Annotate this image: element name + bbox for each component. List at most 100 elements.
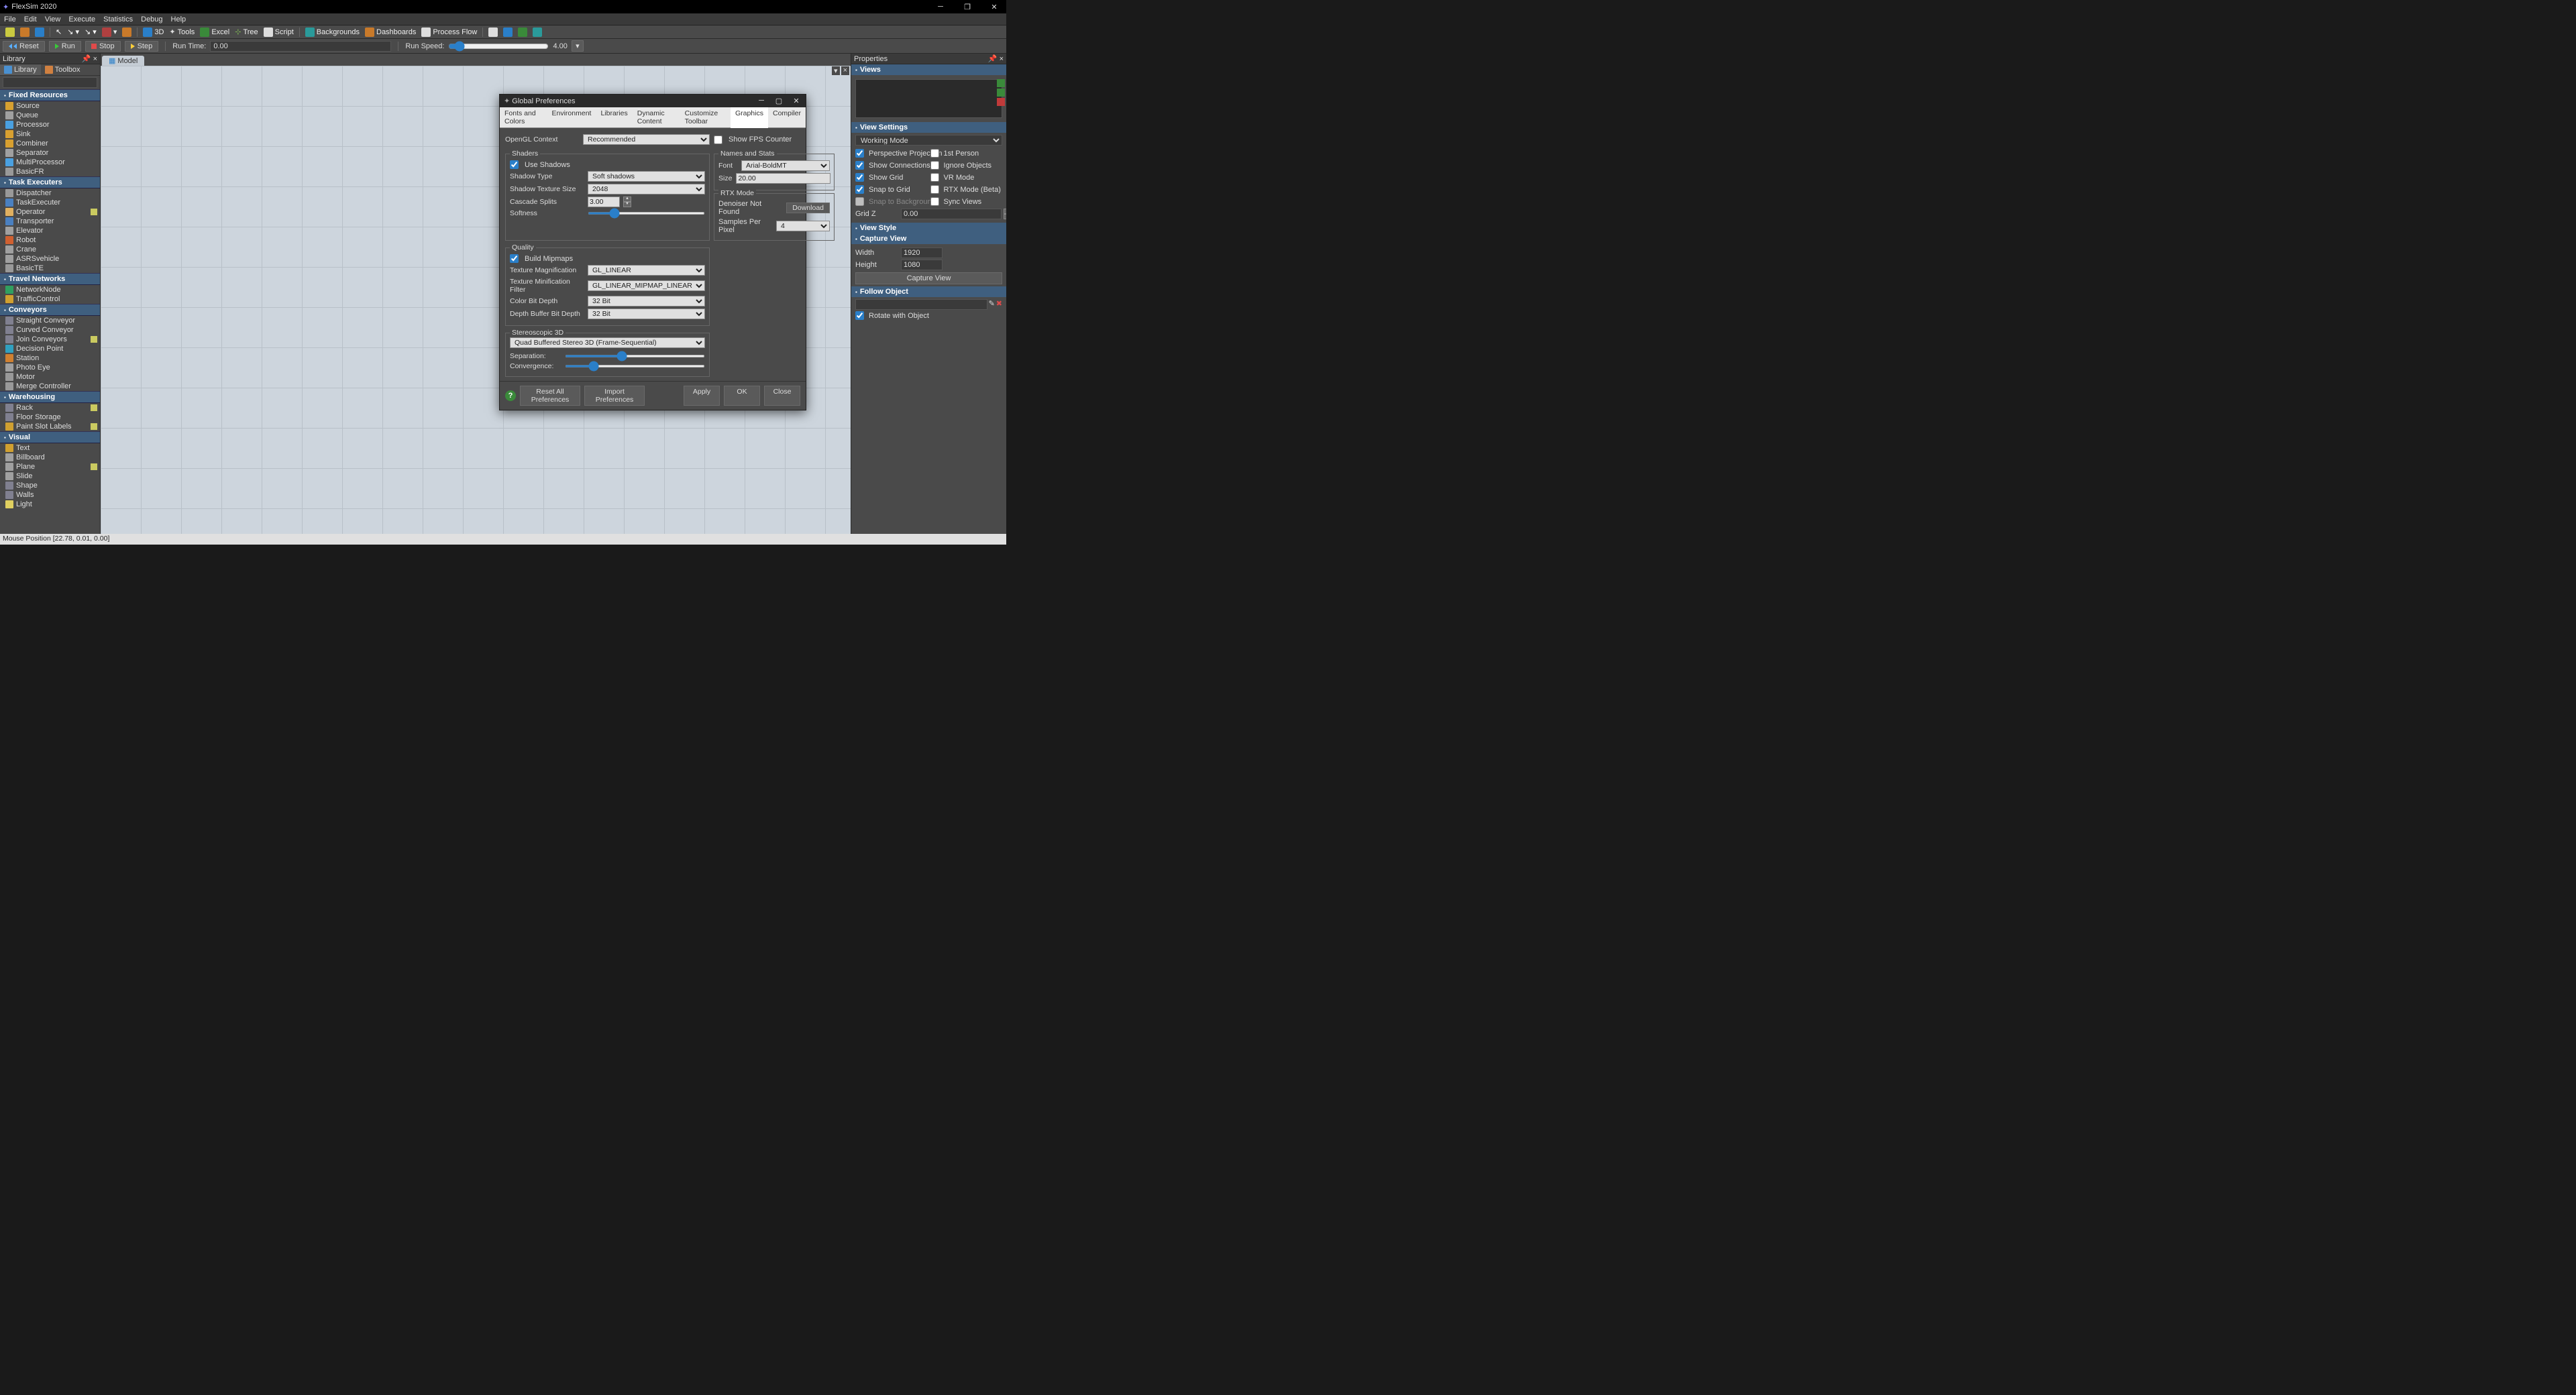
texmin-select[interactable]: GL_LINEAR_MIPMAP_LINEAR [588,280,705,291]
working-mode-select[interactable]: Working Mode [855,135,1002,146]
dashboards-button[interactable]: Dashboards [362,27,419,38]
stereo-mode-select[interactable]: Quad Buffered Stereo 3D (Frame-Sequentia… [510,337,705,348]
dialog-tab-libraries[interactable]: Libraries [596,107,632,127]
follow-object-field[interactable] [855,299,987,310]
library-item-processor[interactable]: Processor [0,120,100,129]
library-group-visual[interactable]: Visual [0,431,100,443]
font-select[interactable]: Arial-BoldMT [741,160,830,171]
library-item-combiner[interactable]: Combiner [0,139,100,148]
library-item-billboard[interactable]: Billboard [0,453,100,462]
util4-button[interactable] [530,27,545,38]
vs-perspective-projection-checkbox[interactable] [855,149,864,158]
library-item-light[interactable]: Light [0,500,100,509]
toolbox-tab[interactable]: Toolbox [41,64,85,75]
library-item-motor[interactable]: Motor [0,372,100,382]
view-style-header[interactable]: View Style [851,223,1006,233]
menu-statistics[interactable]: Statistics [102,15,134,23]
dialog-tab-environment[interactable]: Environment [547,107,596,127]
mipmaps-checkbox[interactable] [510,254,519,263]
vs-show-connections-checkbox[interactable] [855,161,864,170]
vs-vr-mode-checkbox[interactable] [930,173,939,182]
vs-rtx-mode-beta--checkbox[interactable] [930,185,939,194]
close-button[interactable]: ✕ [985,1,1004,13]
library-group-travel-networks[interactable]: Travel Networks [0,273,100,285]
library-item-plane[interactable]: Plane [0,462,100,471]
dialog-close-button[interactable]: ✕ [791,97,802,105]
capture-width-field[interactable] [901,247,943,258]
shadow-texsize-select[interactable]: 2048 [588,184,705,194]
3d-button[interactable]: 3D [140,27,166,38]
ok-button[interactable]: OK [724,386,760,406]
library-item-multiprocessor[interactable]: MultiProcessor [0,158,100,167]
library-item-sink[interactable]: Sink [0,129,100,139]
dialog-tab-customize-toolbar[interactable]: Customize Toolbar [680,107,731,127]
vs-snap-to-grid-checkbox[interactable] [855,185,864,194]
convergence-slider[interactable] [565,365,705,368]
library-item-curved-conveyor[interactable]: Curved Conveyor [0,325,100,335]
rotate-with-object-checkbox[interactable] [855,311,864,320]
cancel-button[interactable]: Close [764,386,800,406]
vs-show-grid-checkbox[interactable] [855,173,864,182]
backgrounds-button[interactable]: Backgrounds [303,27,362,38]
save-button[interactable] [32,27,47,38]
open-button[interactable] [17,27,32,38]
processflow-button[interactable]: Process Flow [419,27,480,38]
tools-button[interactable]: ✦Tools [166,27,197,37]
views-header[interactable]: Views [851,64,1006,75]
apply-button[interactable]: Apply [684,386,720,406]
vs--st-person-checkbox[interactable] [930,149,939,158]
follow-pick-icon[interactable]: ✎ [989,299,995,310]
util2-button[interactable] [500,27,515,38]
reset-all-button[interactable]: Reset All Preferences [520,386,580,406]
library-item-paint-slot-labels[interactable]: Paint Slot Labels [0,422,100,431]
vs-snap-to-background-checkbox[interactable] [855,197,864,206]
dialog-tab-compiler[interactable]: Compiler [768,107,806,127]
script-button[interactable]: Script [261,27,297,38]
runspeed-slider[interactable] [448,41,549,52]
library-item-rack[interactable]: Rack [0,403,100,412]
follow-object-header[interactable]: Follow Object [851,286,1006,297]
library-group-fixed-resources[interactable]: Fixed Resources [0,89,100,101]
spp-select[interactable]: 4 [776,221,830,231]
library-item-transporter[interactable]: Transporter [0,217,100,226]
view-settings-header[interactable]: View Settings [851,122,1006,133]
step-button[interactable]: Step [125,41,159,52]
library-item-decision-point[interactable]: Decision Point [0,344,100,353]
library-item-basicfr[interactable]: BasicFR [0,167,100,176]
texmag-select[interactable]: GL_LINEAR [588,265,705,276]
gridz-field[interactable] [901,209,1002,219]
library-item-operator[interactable]: Operator [0,207,100,217]
library-group-task-executers[interactable]: Task Executers [0,176,100,188]
library-group-conveyors[interactable]: Conveyors [0,304,100,316]
cascade-spinner[interactable]: ▲▼ [623,197,631,207]
maximize-button[interactable]: ❐ [958,1,977,13]
pointer-button[interactable]: ↖ [53,27,64,37]
capture-view-button[interactable]: Capture View [855,272,1002,284]
library-item-dispatcher[interactable]: Dispatcher [0,188,100,198]
runspeed-config[interactable]: ▾ [572,40,584,52]
import-prefs-button[interactable]: Import Preferences [584,386,645,406]
gridz-spinner[interactable]: ▲▼ [1004,209,1006,219]
opengl-select[interactable]: Recommended [583,134,710,145]
library-item-trafficcontrol[interactable]: TrafficControl [0,294,100,304]
util3-button[interactable] [515,27,530,38]
props-pin-icon[interactable]: 📌 × [988,54,1004,63]
follow-clear-icon[interactable]: ✖ [996,299,1002,310]
tree-button[interactable]: ⊹Tree [232,27,260,37]
model-tab[interactable]: ▦ Model [102,56,144,66]
library-item-taskexecuter[interactable]: TaskExecuter [0,198,100,207]
library-item-separator[interactable]: Separator [0,148,100,158]
view-close-icon[interactable]: × [841,66,849,75]
fontsize-field[interactable] [736,173,830,184]
library-search-input[interactable] [3,77,97,88]
dialog-tab-fonts-and-colors[interactable]: Fonts and Colors [500,107,547,127]
capture-height-field[interactable] [901,260,943,270]
library-item-crane[interactable]: Crane [0,245,100,254]
add-view-button[interactable] [997,79,1005,87]
vs-sync-views-checkbox[interactable] [930,197,939,206]
dialog-tab-graphics[interactable]: Graphics [731,107,768,128]
library-item-photo-eye[interactable]: Photo Eye [0,363,100,372]
library-item-networknode[interactable]: NetworkNode [0,285,100,294]
library-tab[interactable]: Library [0,64,41,75]
connect-a-button[interactable]: ↘ ▾ [64,27,82,37]
